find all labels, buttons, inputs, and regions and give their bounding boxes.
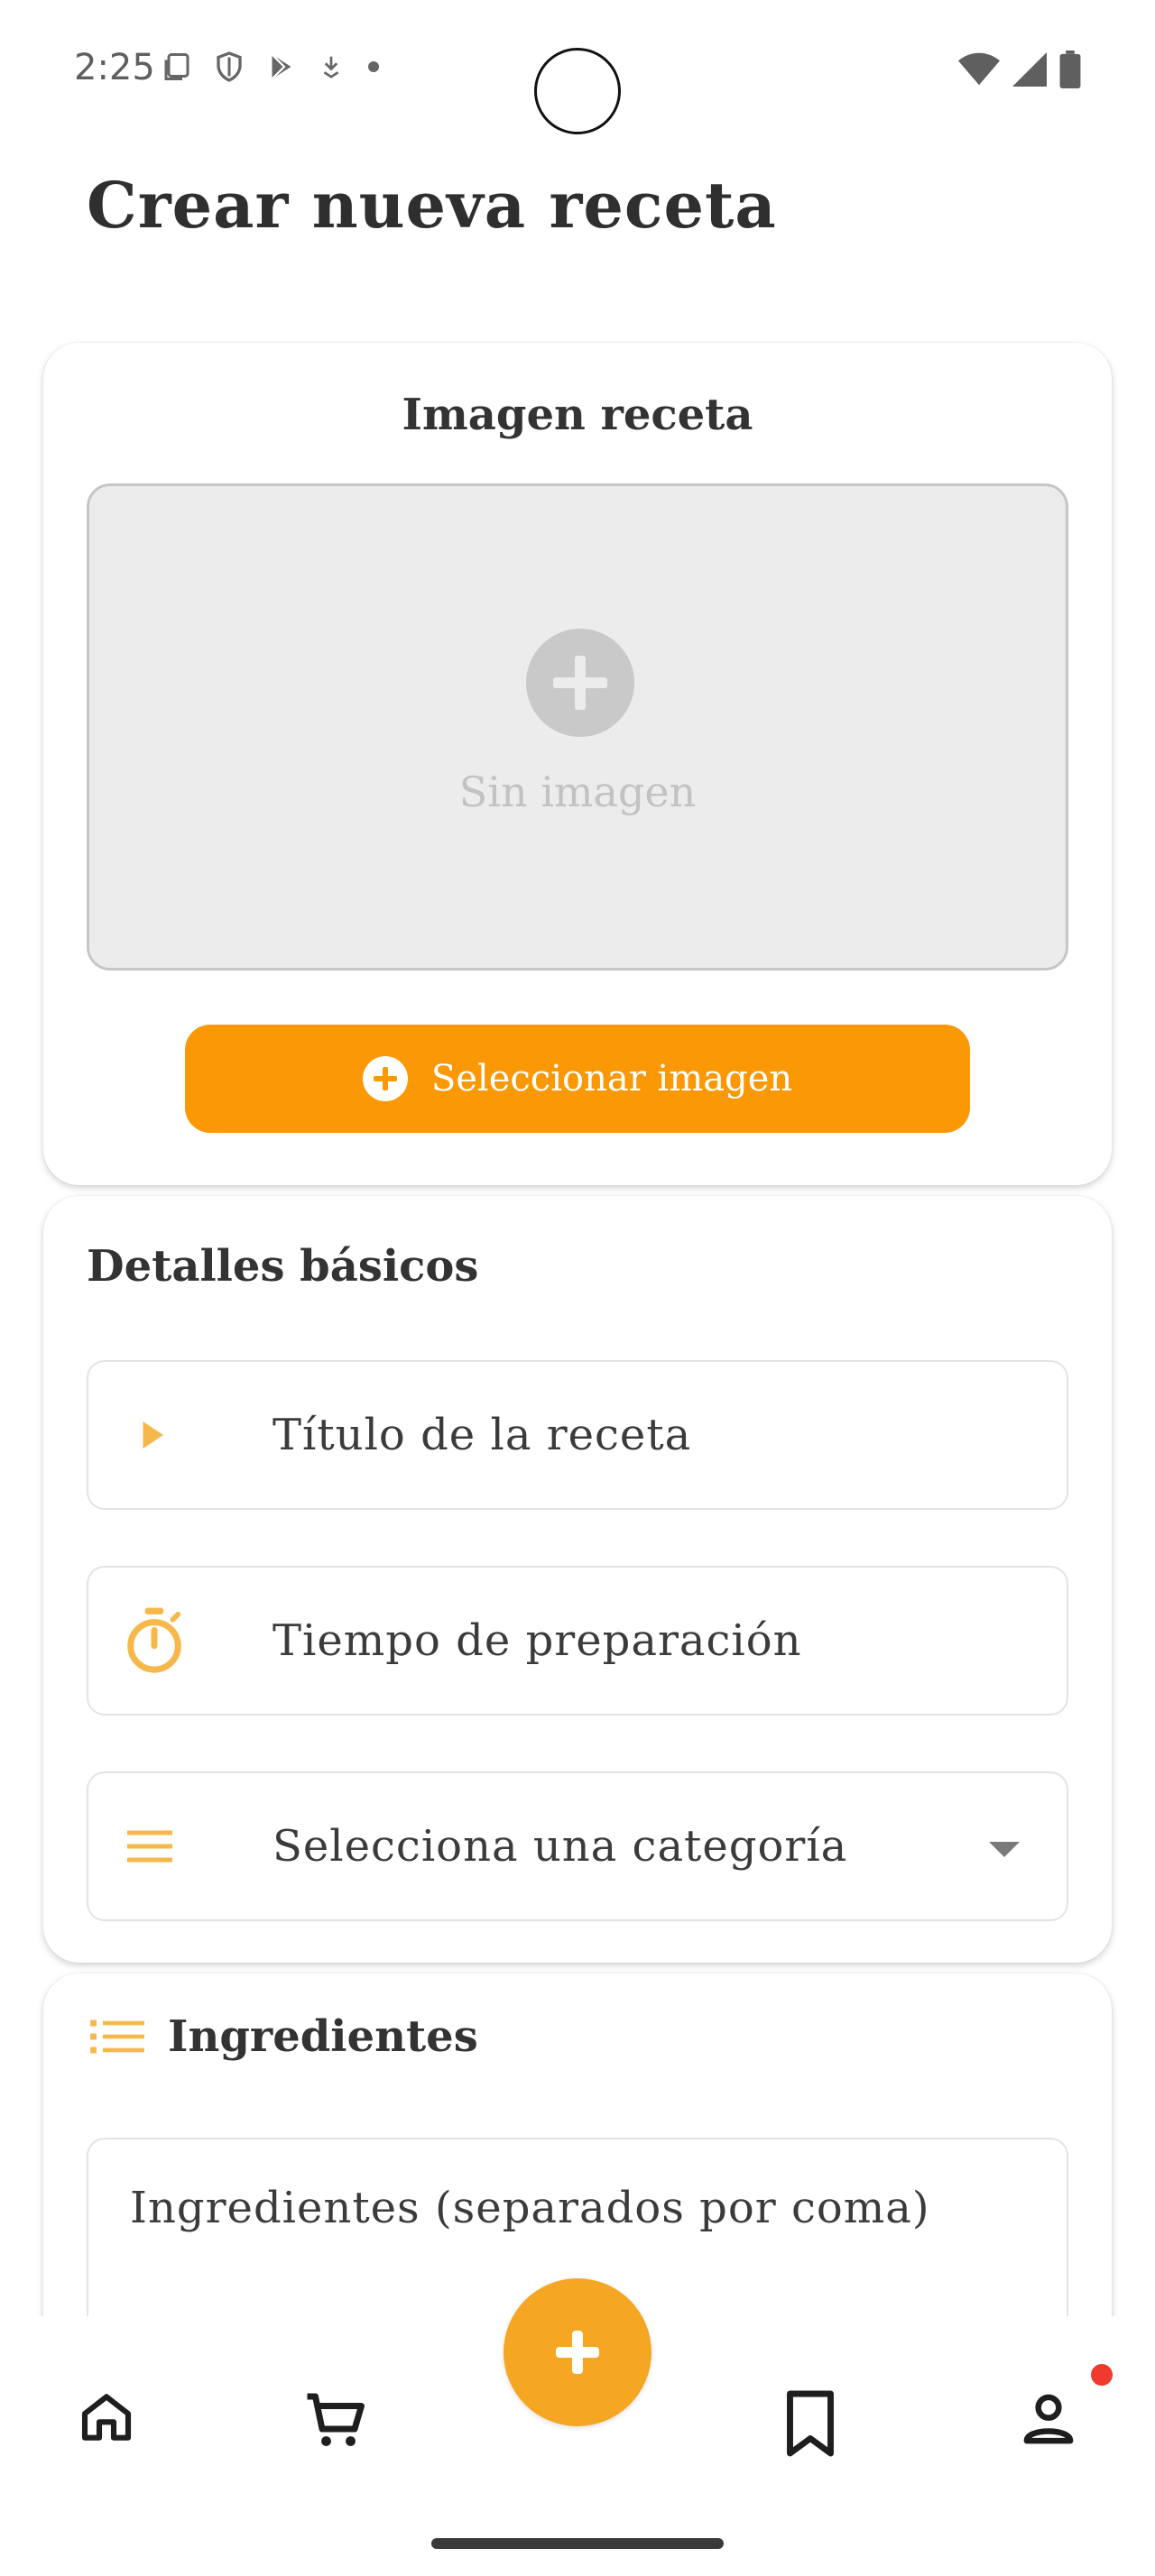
image-placeholder[interactable]: Sin imagen — [87, 483, 1068, 971]
prep-time-input[interactable]: Tiempo de preparación — [87, 1566, 1068, 1716]
select-image-label: Seleccionar imagen — [430, 1058, 793, 1099]
ingredients-header: Ingredientes — [90, 2011, 478, 2062]
list-icon — [90, 2019, 144, 2054]
image-card: Imagen receta Sin imagen Seleccionar ima… — [43, 343, 1112, 1185]
status-time: 2:25 — [74, 47, 155, 88]
profile-icon — [1023, 2394, 1074, 2444]
notification-dot — [1088, 2361, 1115, 2388]
add-circle-icon — [526, 629, 634, 737]
prep-time-placeholder: Tiempo de preparación — [273, 1615, 802, 1666]
image-card-title: Imagen receta — [402, 390, 753, 440]
home-indicator[interactable] — [431, 2538, 724, 2549]
recipe-title-placeholder: Título de la receta — [273, 1410, 692, 1460]
category-placeholder: Selecciona una categoría — [273, 1821, 848, 1872]
basic-details-title: Detalles básicos — [87, 1241, 479, 1292]
add-recipe-fab[interactable] — [504, 2278, 651, 2426]
nav-profile[interactable] — [1018, 2388, 1079, 2453]
play-store-icon — [271, 53, 291, 80]
wifi-icon — [958, 52, 1000, 86]
nav-bookmark[interactable] — [778, 2388, 843, 2462]
menu-lines-icon — [127, 1830, 172, 1863]
timer-icon — [127, 1607, 181, 1673]
nav-cart[interactable] — [303, 2388, 368, 2457]
signal-icon — [1012, 52, 1047, 87]
cart-icon — [307, 2393, 365, 2446]
status-icons-right — [958, 51, 1081, 88]
select-image-button[interactable]: Seleccionar imagen — [185, 1025, 970, 1133]
ingredients-title: Ingredientes — [168, 2011, 478, 2062]
dot-icon — [368, 61, 379, 72]
battery-icon — [1059, 51, 1081, 88]
screenshot-icon — [164, 53, 189, 80]
status-bar: 2:25 — [0, 0, 1155, 144]
page-title: Crear nueva receta — [87, 168, 777, 243]
no-image-text: Sin imagen — [458, 768, 697, 816]
home-icon — [81, 2394, 132, 2441]
play-arrow-icon — [143, 1421, 163, 1449]
download-icon — [323, 56, 339, 78]
camera-cutout — [534, 48, 621, 134]
status-icons-left — [161, 51, 383, 83]
chevron-down-icon — [989, 1842, 1020, 1857]
bookmark-icon — [787, 2390, 834, 2457]
recipe-title-input[interactable]: Título de la receta — [87, 1360, 1068, 1510]
category-select[interactable]: Selecciona una categoría — [87, 1771, 1068, 1921]
ingredients-placeholder: Ingredientes (separados por coma) — [130, 2183, 930, 2233]
nav-home[interactable] — [78, 2388, 135, 2450]
shield-icon — [217, 51, 242, 82]
add-circle-icon — [362, 1056, 408, 1101]
create-recipe-screen: 2:25 Crear nueva receta Imagen receta Si… — [0, 0, 1155, 2576]
basic-details-card: Detalles básicos Título de la receta Tie… — [43, 1196, 1112, 1963]
